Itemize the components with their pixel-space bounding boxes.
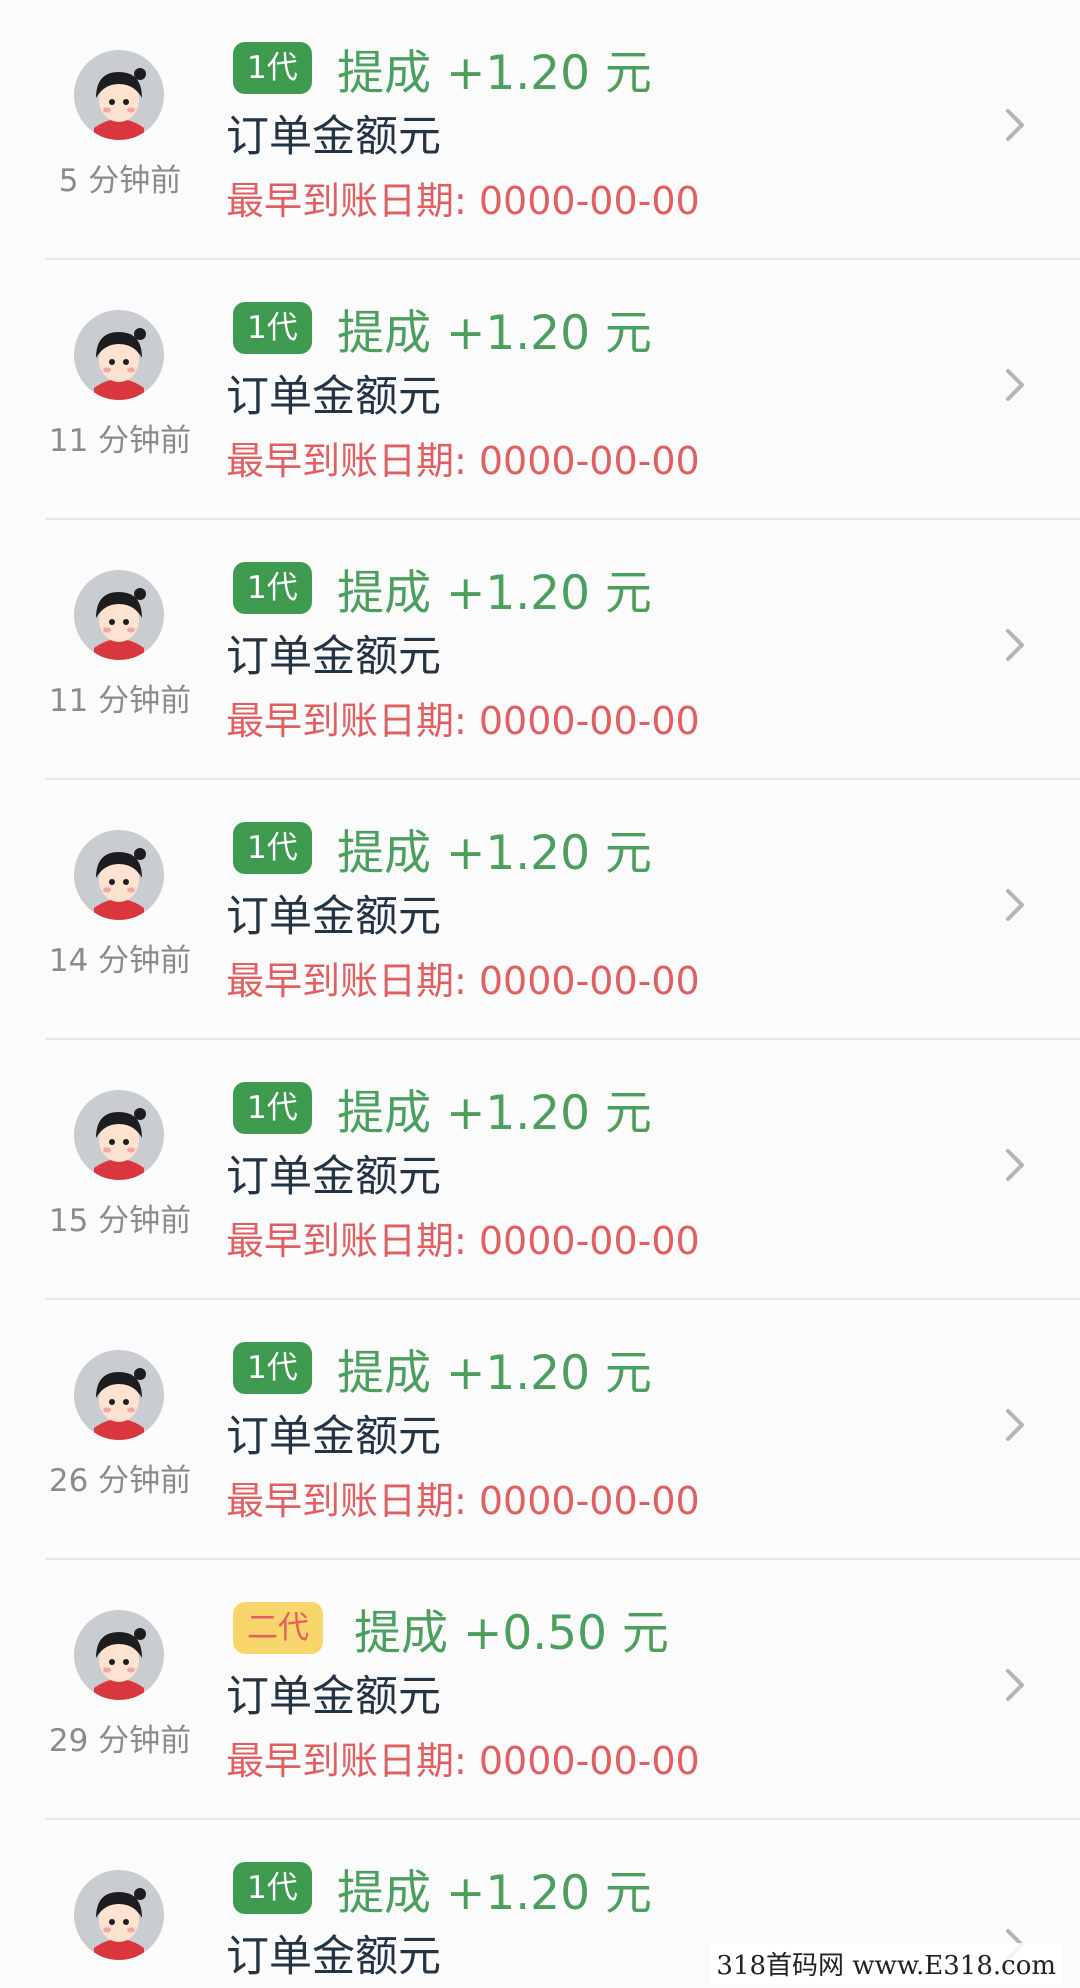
order-amount: 订单金额元 [226,112,441,162]
avatar-icon [74,830,164,920]
avatar-icon [74,570,164,660]
chevron-right-icon[interactable] [1002,1145,1030,1185]
list-item[interactable]: 29 分钟前 二代 提成 +0.50 元 订单金额元 最早到账日期: 0000-… [0,1560,1080,1820]
level-badge: 1代 [233,1342,312,1394]
commission-amount: 提成 +1.20 元 [337,826,652,881]
order-amount: 订单金额元 [226,1672,441,1722]
earliest-credit-date: 最早到账日期: 0000-00-00 [226,439,700,483]
order-amount: 订单金额元 [226,1152,441,1202]
list-item[interactable]: 11 分钟前 1代 提成 +1.20 元 订单金额元 最早到账日期: 0000-… [0,520,1080,780]
avatar-icon [74,1870,164,1960]
time-ago: 14 分钟前 [48,943,192,979]
order-amount: 订单金额元 [226,372,441,422]
order-amount: 订单金额元 [226,1412,441,1462]
time-ago: 11 分钟前 [48,423,192,459]
level-badge: 1代 [233,562,312,614]
earliest-credit-date: 最早到账日期: 0000-00-00 [226,699,700,743]
level-badge: 1代 [233,1082,312,1134]
time-ago: 5 分钟前 [58,163,182,199]
earliest-credit-date: 最早到账日期: 0000-00-00 [226,1479,700,1523]
list-item[interactable]: 15 分钟前 1代 提成 +1.20 元 订单金额元 最早到账日期: 0000-… [0,1040,1080,1300]
list-item[interactable]: 11 分钟前 1代 提成 +1.20 元 订单金额元 最早到账日期: 0000-… [0,260,1080,520]
chevron-right-icon[interactable] [1002,365,1030,405]
chevron-right-icon[interactable] [1002,1405,1030,1445]
chevron-right-icon[interactable] [1002,625,1030,665]
earliest-credit-date: 最早到账日期: 0000-00-00 [226,1219,700,1263]
avatar-icon [74,1610,164,1700]
chevron-right-icon[interactable] [1002,885,1030,925]
commission-amount: 提成 +0.50 元 [354,1606,669,1661]
watermark: 318首码网 www.E318.com [710,1943,1062,1984]
chevron-right-icon[interactable] [1002,1665,1030,1705]
commission-amount: 提成 +1.20 元 [337,1866,652,1921]
level-badge: 1代 [233,302,312,354]
list-item[interactable]: 14 分钟前 1代 提成 +1.20 元 订单金额元 最早到账日期: 0000-… [0,780,1080,1040]
earliest-credit-date: 最早到账日期: 0000-00-00 [226,959,700,1003]
time-ago: 11 分钟前 [48,683,192,719]
commission-amount: 提成 +1.20 元 [337,306,652,361]
level-badge: 1代 [233,42,312,94]
level-badge: 二代 [233,1602,323,1654]
earliest-credit-date: 最早到账日期: 0000-00-00 [226,1739,700,1783]
avatar-icon [74,1350,164,1440]
time-ago: 26 分钟前 [48,1463,192,1499]
commission-list: 5 分钟前 1代 提成 +1.20 元 订单金额元 最早到账日期: 0000-0… [0,0,1080,1988]
avatar-icon [74,1090,164,1180]
commission-amount: 提成 +1.20 元 [337,46,652,101]
order-amount: 订单金额元 [226,632,441,682]
order-amount: 订单金额元 [226,892,441,942]
level-badge: 1代 [233,822,312,874]
avatar-icon [74,310,164,400]
commission-amount: 提成 +1.20 元 [337,1346,652,1401]
commission-amount: 提成 +1.20 元 [337,566,652,621]
commission-amount: 提成 +1.20 元 [337,1086,652,1141]
list-item[interactable]: 26 分钟前 1代 提成 +1.20 元 订单金额元 最早到账日期: 0000-… [0,1300,1080,1560]
time-ago: 15 分钟前 [48,1203,192,1239]
order-amount: 订单金额元 [226,1932,441,1982]
level-badge: 1代 [233,1862,312,1914]
earliest-credit-date: 最早到账日期: 0000-00-00 [226,179,700,223]
avatar-icon [74,50,164,140]
list-item[interactable]: 5 分钟前 1代 提成 +1.20 元 订单金额元 最早到账日期: 0000-0… [0,0,1080,260]
commission-list-page: 5 分钟前 1代 提成 +1.20 元 订单金额元 最早到账日期: 0000-0… [0,0,1080,1988]
chevron-right-icon[interactable] [1002,105,1030,145]
time-ago: 29 分钟前 [48,1723,192,1759]
